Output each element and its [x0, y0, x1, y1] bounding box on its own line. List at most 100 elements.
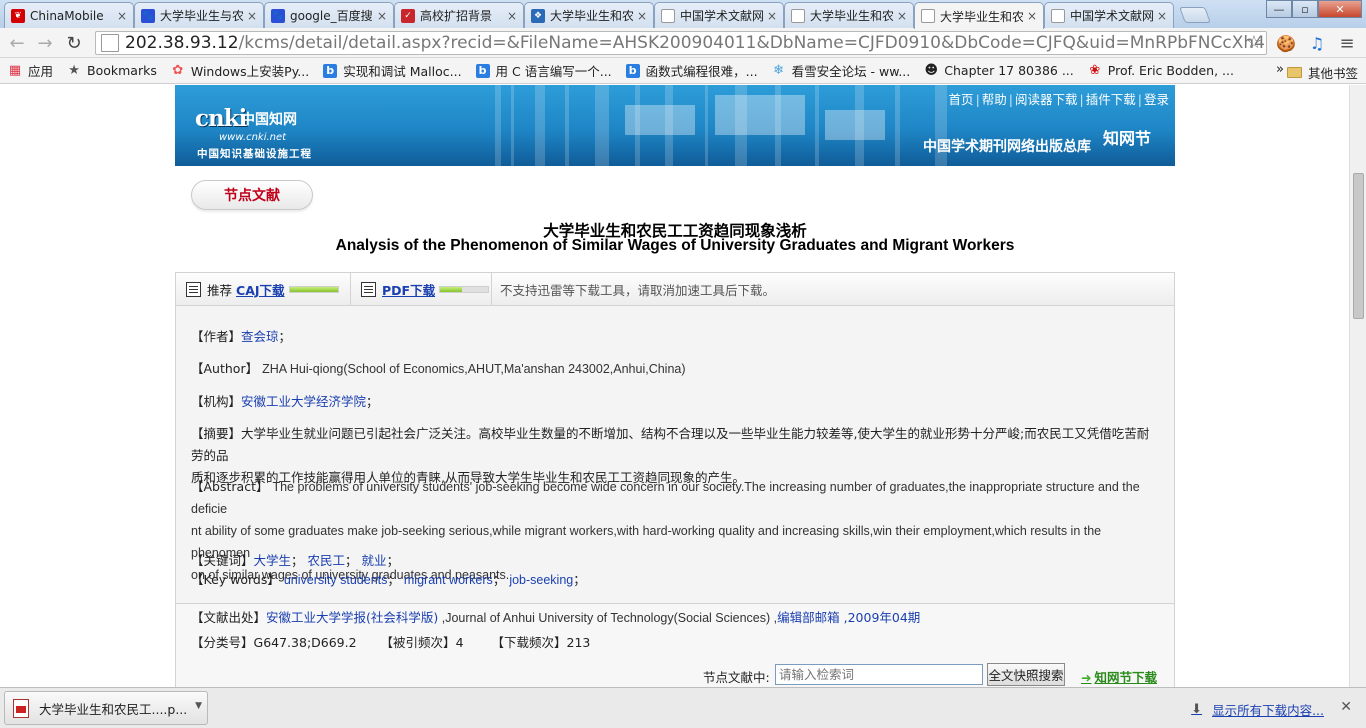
search-input[interactable] — [775, 664, 983, 685]
maple-leaf-icon: ❀ — [1089, 63, 1101, 78]
keyword-en-link[interactable]: university students — [284, 573, 388, 587]
other-bookmarks[interactable]: 其他书签 — [1286, 63, 1358, 82]
keywords-en-row: 【Key words】 university students； migrant… — [191, 572, 586, 587]
close-tab-icon[interactable]: × — [1157, 9, 1167, 23]
minimize-icon[interactable]: — — [1266, 0, 1292, 18]
cnki-page: 首页 | 帮助 | 阅读器下载 | 插件下载 | 登录 cnki 中国知网 www.cnki.n… — [175, 85, 1175, 687]
journal-link[interactable]: 安徽工业大学学报(社会科学版) — [266, 610, 438, 625]
keyword-link[interactable]: 农民工 — [308, 553, 346, 568]
bookmark-item[interactable]: b 实现和调试 Malloc... — [323, 61, 462, 80]
logo-cn: 中国知网 — [241, 112, 297, 128]
nav-home[interactable]: 首页 — [949, 92, 974, 107]
class-row: 【分类号】G647.38;D669.2 【被引频次】4 【下载频次】213 — [191, 635, 591, 650]
bookmark-item[interactable]: ✿ Windows上安装Py... — [171, 61, 309, 80]
show-all-downloads-link[interactable]: ⬇ 显示所有下载内容... — [1191, 700, 1324, 719]
bookmark-item[interactable]: b 函数式编程很难，... — [625, 61, 758, 80]
browser-tab[interactable]: 大学毕业生和农 × — [784, 2, 914, 28]
close-tab-icon[interactable]: × — [637, 9, 647, 23]
pdf-download-link[interactable]: PDF下载 — [382, 280, 435, 299]
download-shelf: 大学毕业生和农民工....p... ▼ ⬇ 显示所有下载内容... ✕ — [0, 687, 1366, 728]
close-shelf-icon[interactable]: ✕ — [1340, 699, 1352, 715]
bookmark-item[interactable]: ☻ Chapter 17 80386 ... — [924, 63, 1074, 78]
article-title-en: Analysis of the Phenomenon of Similar Wa… — [335, 237, 1015, 254]
author-link[interactable]: 查会琼 — [241, 329, 279, 344]
tab-title: ChinaMobile — [30, 8, 104, 23]
close-tab-icon[interactable]: × — [1027, 9, 1037, 23]
close-tab-icon[interactable]: × — [377, 9, 387, 23]
close-tab-icon[interactable]: × — [247, 9, 257, 23]
folder-icon — [1286, 67, 1302, 78]
reload-icon[interactable]: ↻ — [63, 32, 85, 54]
download-filename: 大学毕业生和农民工....p... — [39, 701, 188, 717]
scrollbar-thumb[interactable] — [1353, 173, 1364, 319]
bookmarks-bar: ▦ 应用 ★ Bookmarks ✿ Windows上安装Py... b 实现和调试 Mall… — [0, 58, 1366, 84]
bookmark-star-icon[interactable]: ☆ — [1246, 32, 1262, 53]
download-count: 213 — [566, 635, 591, 650]
issue-link: ,2009年04期 — [839, 610, 921, 625]
editor-email-link[interactable]: 编辑部邮箱 — [777, 610, 840, 625]
browser-tab[interactable]: ❖ 大学毕业生和农 × — [524, 2, 654, 28]
close-tab-icon[interactable]: × — [117, 9, 127, 23]
chevron-down-icon[interactable]: ▼ — [195, 701, 202, 711]
close-window-icon[interactable]: ✕ — [1318, 0, 1362, 18]
tab-title: 中国学术文献网 — [1070, 9, 1153, 23]
bookmark-label: Windows上安装Py... — [190, 64, 310, 79]
menu-icon[interactable]: ≡ — [1336, 32, 1358, 54]
nav-plugin-download[interactable]: 插件下载 — [1086, 92, 1136, 107]
close-tab-icon[interactable]: × — [897, 9, 907, 23]
browser-tab[interactable]: 中国学术文献网 × — [1044, 2, 1174, 28]
document-icon — [361, 281, 376, 297]
music-note-icon[interactable]: ♫ — [1306, 32, 1328, 54]
bookmark-label: Bookmarks — [87, 63, 157, 78]
new-tab-button[interactable] — [1179, 7, 1211, 23]
back-arrow-icon[interactable]: ← — [6, 32, 28, 54]
keyword-en-link[interactable]: job-seeking — [509, 573, 573, 587]
close-tab-icon[interactable]: × — [767, 9, 777, 23]
close-tab-icon[interactable]: × — [507, 9, 517, 23]
bookmarks-overflow-chevron[interactable]: » — [1276, 62, 1284, 77]
vertical-scrollbar[interactable] — [1349, 85, 1366, 687]
nav-help[interactable]: 帮助 — [982, 92, 1007, 107]
browser-tab[interactable]: 中国学术文献网 × — [654, 2, 784, 28]
browser-tab[interactable]: 🐾 大学毕业生与农 × — [134, 2, 264, 28]
org-link[interactable]: 安徽工业大学经济学院 — [241, 394, 366, 409]
keyword-link[interactable]: 就业 — [362, 553, 387, 568]
fulltext-search-button[interactable]: 全文快照搜索 — [987, 663, 1065, 686]
page-viewport: 首页 | 帮助 | 阅读器下载 | 插件下载 | 登录 cnki 中国知网 www.cnki.n… — [0, 85, 1349, 687]
bookmark-label: 实现和调试 Malloc... — [343, 64, 462, 79]
star-icon: ★ — [68, 63, 80, 78]
download-item[interactable]: 大学毕业生和农民工....p... ▼ — [4, 691, 208, 725]
node-download-link[interactable]: ➜ 知网节下载 — [1081, 667, 1157, 686]
forward-arrow-icon[interactable]: → — [34, 32, 56, 54]
bookmark-item[interactable]: ❄ 看雪安全论坛 - ww... — [772, 61, 910, 80]
cookie-extension-icon[interactable]: 🍪 — [1275, 32, 1297, 54]
nav-login[interactable]: 登录 — [1144, 92, 1169, 107]
cnki-logo[interactable]: cnki 中国知网 www.cnki.net 中国知识基础设施工程 — [195, 105, 340, 161]
keyword-link[interactable]: 大学生 — [254, 553, 292, 568]
bookmark-label: Chapter 17 80386 ... — [944, 63, 1074, 78]
browser-tab[interactable]: ❦ ChinaMobile × — [4, 2, 134, 28]
baidu-icon: 🐾 — [141, 8, 155, 23]
abstract-cn-line-1: 大学毕业生就业问题已引起社会广泛关注。高校毕业生数量的不断增加、结构不合理以及一… — [191, 426, 1150, 463]
keyword-en-link[interactable]: migrant workers — [404, 573, 493, 587]
caj-download-link[interactable]: CAJ下载 — [236, 280, 285, 299]
author-row: 【作者】查会琼； — [191, 329, 292, 344]
blog-b-icon: b — [625, 63, 640, 78]
browser-tab[interactable]: ✓ 高校扩招背景 × — [394, 2, 524, 28]
pdf-file-icon — [13, 698, 29, 718]
maximize-icon[interactable]: ▫ — [1292, 0, 1318, 18]
recommend-label: 推荐 — [207, 282, 233, 298]
bookmark-item[interactable]: ★ Bookmarks — [67, 63, 157, 78]
bookmark-item[interactable]: ▦ 应用 — [8, 61, 53, 80]
address-bar[interactable]: 202.38.93.12/kcms/detail/detail.aspx?rec… — [95, 31, 1267, 55]
bookmark-label: 用 C 语言编写一个... — [495, 64, 612, 79]
bookmark-item[interactable]: ❀ Prof. Eric Bodden, ... — [1088, 63, 1234, 78]
bookmark-item[interactable]: b 用 C 语言编写一个... — [475, 61, 612, 80]
browser-tab[interactable]: 🐾 google_百度搜 × — [264, 2, 394, 28]
nav-reader-download[interactable]: 阅读器下载 — [1015, 92, 1078, 107]
pdf-progress-bar — [439, 285, 490, 293]
journal-en: ,Journal of Anhui University of Technolo… — [438, 611, 778, 625]
baidu-icon: 🐾 — [271, 8, 285, 23]
browser-tab[interactable]: 大学毕业生和农 × — [914, 2, 1044, 29]
download-bar: 推荐 CAJ下载 PDF下载 不支持迅雷等下载工具，请取消加速工具后下载。 — [175, 272, 1175, 306]
